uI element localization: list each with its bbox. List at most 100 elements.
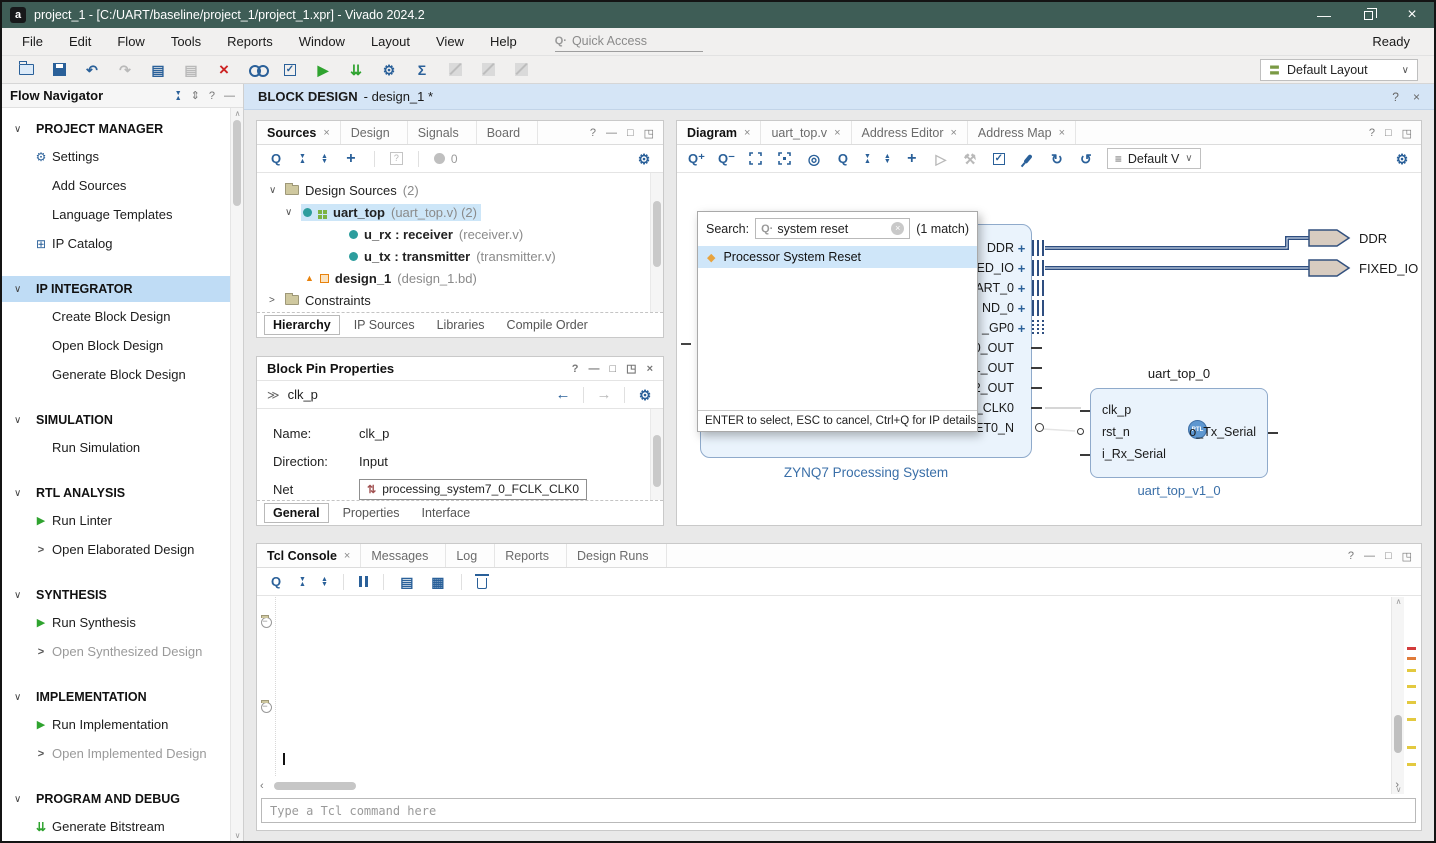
scrollbar-thumb[interactable] xyxy=(1394,715,1402,753)
scrollbar-thumb[interactable] xyxy=(653,435,661,487)
view-selector[interactable]: ≡ Default V ∨ xyxy=(1107,148,1201,169)
uart-pin-rst-n[interactable]: rst_n xyxy=(1102,425,1130,439)
uart-pin-clk-p[interactable]: clk_p xyxy=(1102,403,1131,417)
scroll-right-icon[interactable]: › xyxy=(1395,779,1399,791)
copy-icon[interactable]: ▤ xyxy=(399,574,415,590)
gear-icon[interactable]: ⚙ xyxy=(1394,151,1410,167)
fit-selection-icon[interactable] xyxy=(777,151,793,167)
flow-item-generate-block-design[interactable]: Generate Block Design xyxy=(2,360,243,389)
flow-item-run-synthesis[interactable]: ▶Run Synthesis xyxy=(2,608,243,637)
expand-port-icon[interactable]: + xyxy=(1015,261,1028,276)
zoom-in-icon[interactable]: Q⁺ xyxy=(688,151,705,167)
help-icon[interactable]: ? xyxy=(590,127,596,139)
tab[interactable]: Diagram× xyxy=(677,121,761,144)
forward-icon[interactable]: → xyxy=(596,387,612,403)
back-icon[interactable]: ← xyxy=(555,387,571,403)
tree-item-design-1[interactable]: ▲ design_1(design_1.bd) xyxy=(257,267,663,289)
tab[interactable]: Hierarchy xyxy=(264,315,340,335)
flow-item-language-templates[interactable]: Language Templates xyxy=(2,200,243,229)
generate-bitstream-icon[interactable]: ⇊ xyxy=(348,62,364,78)
chevron-right-icon[interactable]: > xyxy=(269,295,279,306)
popup-search-input[interactable]: Q· system reset × xyxy=(755,218,910,239)
tab[interactable]: Log xyxy=(446,544,495,567)
menu-item[interactable]: Edit xyxy=(69,34,91,49)
fold-marker-icon[interactable] xyxy=(261,600,272,611)
tab[interactable]: Address Editor× xyxy=(852,121,968,144)
fold-marker-icon[interactable] xyxy=(261,736,272,747)
tab[interactable]: uart_top.v× xyxy=(761,121,851,144)
pin-net-value[interactable]: ⇅processing_system7_0_FCLK_CLK0 xyxy=(359,479,587,500)
float-panel-icon[interactable]: ◳ xyxy=(644,127,654,140)
add-ip-icon[interactable]: + xyxy=(904,151,920,167)
clear-search-icon[interactable]: × xyxy=(891,222,904,235)
menu-item[interactable]: View xyxy=(436,34,464,49)
help-icon[interactable]: ? xyxy=(1348,550,1354,562)
regenerate-layout-icon[interactable]: ↺ xyxy=(1078,151,1094,167)
fold-marker-icon[interactable] xyxy=(261,719,272,730)
flow-section-simulation[interactable]: ∨SIMULATION xyxy=(2,407,243,433)
menu-item[interactable]: Tools xyxy=(171,34,201,49)
tab[interactable]: Address Map× xyxy=(968,121,1076,144)
flow-item-add-sources[interactable]: Add Sources xyxy=(2,171,243,200)
report-icon[interactable]: ▤ xyxy=(150,62,166,78)
tab[interactable]: Compile Order xyxy=(499,316,596,334)
flow-item-run-simulation[interactable]: Run Simulation xyxy=(2,433,243,462)
menu-item[interactable]: Layout xyxy=(371,34,410,49)
uart-pin-tx-serial[interactable]: o_Tx_Serial xyxy=(1189,425,1256,439)
flow-item-open-implemented-design[interactable]: >Open Implemented Design xyxy=(2,739,243,768)
maximize-panel-icon[interactable]: □ xyxy=(610,363,617,375)
add-sources-icon[interactable]: + xyxy=(343,151,359,167)
minimize-panel-icon[interactable]: — xyxy=(606,127,617,139)
tab[interactable]: General xyxy=(264,503,329,523)
console-log[interactable]: apply_bd_automation -rule xilinx.com:bd_… xyxy=(258,597,1390,776)
chevron-down-icon[interactable]: ∨ xyxy=(285,207,295,218)
expand-collapse-icon[interactable]: ⇕ xyxy=(191,89,200,102)
flow-section-synthesis[interactable]: ∨SYNTHESIS xyxy=(2,582,243,608)
menu-item[interactable]: Reports xyxy=(227,34,273,49)
tree-item-design-sources[interactable]: ∨ Design Sources(2) xyxy=(257,179,663,201)
expand-port-icon[interactable]: + xyxy=(1015,281,1028,296)
close-tab-icon[interactable]: × xyxy=(950,127,956,139)
uart-top-block[interactable]: clk_p rst_n i_Rx_Serial RTL o_Tx_Serial xyxy=(1090,388,1268,478)
restore-button[interactable] xyxy=(1346,2,1390,28)
open-project-icon[interactable] xyxy=(18,62,34,78)
tree-item-constraints[interactable]: > Constraints xyxy=(257,289,663,311)
delete-icon[interactable]: × xyxy=(216,62,232,78)
tab[interactable]: Libraries xyxy=(429,316,493,334)
gear-icon[interactable]: ⚙ xyxy=(637,387,653,403)
help-icon[interactable]: ? xyxy=(572,363,579,375)
collapse-all-icon[interactable]: ▼▲ xyxy=(299,154,306,164)
redo-icon[interactable]: ↷ xyxy=(117,62,133,78)
help-icon[interactable]: ? xyxy=(1392,90,1399,104)
flow-item-open-elaborated-design[interactable]: >Open Elaborated Design xyxy=(2,535,243,564)
layout-selector[interactable]: 〓 Default Layout ∨ xyxy=(1260,59,1418,81)
run-icon[interactable]: ▶ xyxy=(315,62,331,78)
tab[interactable]: Interface xyxy=(414,504,479,522)
menu-item[interactable]: Help xyxy=(490,34,517,49)
maximize-panel-icon[interactable]: □ xyxy=(627,127,634,139)
minimize-button[interactable]: — xyxy=(1302,2,1346,28)
tab[interactable]: Board xyxy=(477,121,538,144)
flow-section-program-debug[interactable]: ∨PROGRAM AND DEBUG xyxy=(2,786,243,812)
minimize-panel-icon[interactable]: — xyxy=(1364,550,1375,562)
menu-item[interactable]: File xyxy=(22,34,43,49)
tab[interactable]: Tcl Console× xyxy=(257,544,361,567)
flow-item-create-block-design[interactable]: Create Block Design xyxy=(2,302,243,331)
close-tab-icon[interactable]: × xyxy=(744,127,750,139)
flow-navigator-scrollbar[interactable]: ∧ ∨ xyxy=(230,108,243,841)
zoom-fit-icon[interactable] xyxy=(748,151,764,167)
search-result-item[interactable]: ◆ Processor System Reset xyxy=(698,246,977,268)
float-panel-icon[interactable]: ◳ xyxy=(1402,127,1412,140)
autofit-icon[interactable]: ◎ xyxy=(806,151,822,167)
selected-tree-item[interactable]: uart_top(uart_top.v) (2) xyxy=(301,204,481,221)
collapse-all-icon[interactable]: ▼▲ xyxy=(175,91,182,101)
flow-section-implementation[interactable]: ∨IMPLEMENTATION xyxy=(2,684,243,710)
expand-port-icon[interactable]: + xyxy=(1015,321,1028,336)
find-icon[interactable] xyxy=(249,62,265,78)
flow-section-project-manager[interactable]: ∨PROJECT MANAGER xyxy=(2,116,243,142)
close-icon[interactable]: × xyxy=(1413,90,1420,104)
tcl-command-input[interactable] xyxy=(261,798,1416,823)
scrollbar-thumb[interactable] xyxy=(233,120,241,206)
tab[interactable]: Design xyxy=(341,121,408,144)
pin-icon[interactable] xyxy=(1020,151,1036,167)
